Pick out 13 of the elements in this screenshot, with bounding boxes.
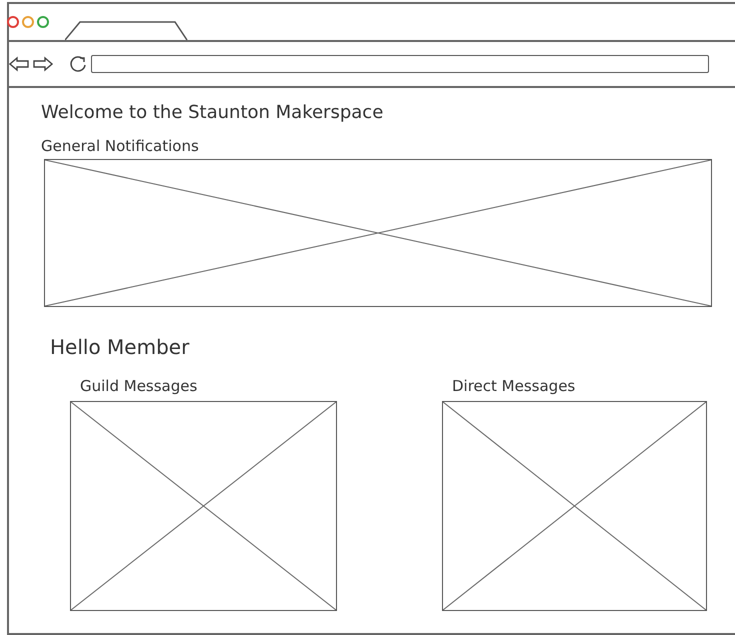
address-field[interactable] <box>91 55 709 73</box>
reload-icon[interactable] <box>69 55 87 73</box>
greeting-heading: Hello Member <box>50 335 190 359</box>
back-arrow-icon[interactable] <box>9 56 29 72</box>
forward-arrow-icon[interactable] <box>33 56 53 72</box>
close-dot[interactable] <box>7 16 19 28</box>
browser-tab[interactable] <box>65 20 190 40</box>
section-heading: General Notifications <box>41 137 200 155</box>
page-title: Welcome to the Staunton Makerspace <box>41 102 384 123</box>
panel-heading: Direct Messages <box>452 377 576 395</box>
minimize-dot[interactable] <box>22 16 34 28</box>
panel-heading: Guild Messages <box>80 377 198 395</box>
maximize-dot[interactable] <box>37 16 49 28</box>
